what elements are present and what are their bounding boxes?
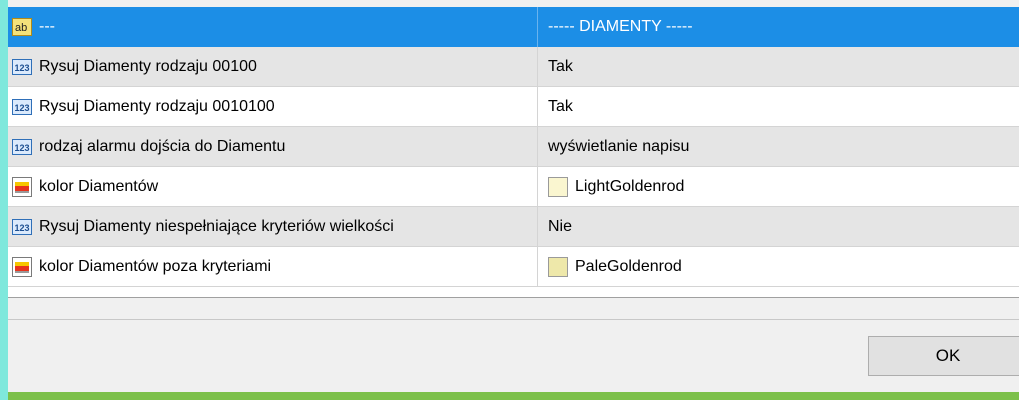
property-label: Rysuj Diamenty rodzaju 0010100 [39, 98, 275, 115]
property-name-cell: 123 Rysuj Diamenty niespełniające kryter… [8, 207, 538, 247]
property-label: Rysuj Diamenty niespełniające kryteriów … [39, 218, 394, 235]
property-value-cell[interactable]: Nie [539, 207, 1019, 247]
property-name-cell: 123 rodzaj alarmu dojścia do Diamentu [8, 127, 538, 167]
svg-text:123: 123 [15, 143, 30, 153]
property-row-alarm-type[interactable]: 123 rodzaj alarmu dojścia do Diamentu wy… [8, 127, 1019, 167]
property-name-cell: 123 Rysuj Diamenty rodzaju 0010100 [8, 87, 538, 127]
svg-text:ab: ab [15, 22, 27, 34]
color-palette-icon [11, 176, 33, 198]
number-123-icon: 123 [11, 136, 33, 158]
header-value-label: ----- DIAMENTY ----- [548, 18, 693, 35]
property-value: PaleGoldenrod [575, 258, 682, 275]
grid-bottom-divider [8, 297, 1019, 298]
property-value-cell[interactable]: LightGoldenrod [539, 167, 1019, 207]
number-123-icon: 123 [11, 56, 33, 78]
property-name-cell: kolor Diamentów [8, 167, 538, 207]
property-label: Rysuj Diamenty rodzaju 00100 [39, 58, 257, 75]
header-name-cell: ab --- [8, 7, 538, 47]
number-123-icon: 123 [11, 96, 33, 118]
property-row-draw-diamonds-00100[interactable]: 123 Rysuj Diamenty rodzaju 00100 Tak [8, 47, 1019, 87]
property-row-draw-diamonds-0010100[interactable]: 123 Rysuj Diamenty rodzaju 0010100 Tak [8, 87, 1019, 127]
property-value-cell[interactable]: wyświetlanie napisu [539, 127, 1019, 167]
header-name-label: --- [39, 18, 55, 35]
property-row-color-outside-criteria[interactable]: kolor Diamentów poza kryteriami PaleGold… [8, 247, 1019, 287]
string-ab-icon: ab [11, 16, 33, 38]
svg-text:123: 123 [15, 103, 30, 113]
property-value-cell[interactable]: PaleGoldenrod [539, 247, 1019, 287]
color-swatch [548, 257, 568, 277]
number-123-icon: 123 [11, 216, 33, 238]
svg-text:123: 123 [15, 223, 30, 233]
color-swatch [548, 177, 568, 197]
property-label: rodzaj alarmu dojścia do Diamentu [39, 138, 286, 155]
property-label: kolor Diamentów poza kryteriami [39, 258, 272, 275]
property-value-cell[interactable]: Tak [539, 87, 1019, 127]
grid-header-row[interactable]: ab --- ----- DIAMENTY ----- [8, 7, 1019, 47]
property-value: LightGoldenrod [575, 178, 685, 195]
property-value: Tak [548, 98, 573, 115]
property-label: kolor Diamentów [39, 178, 159, 195]
properties-dialog: ab --- ----- DIAMENTY ----- 123 Rysuj Di… [8, 0, 1019, 392]
property-name-cell: 123 Rysuj Diamenty rodzaju 00100 [8, 47, 538, 87]
color-palette-icon [11, 256, 33, 278]
property-value: Tak [548, 58, 573, 75]
property-row-diamond-color[interactable]: kolor Diamentów LightGoldenrod [8, 167, 1019, 207]
svg-text:123: 123 [15, 63, 30, 73]
property-row-draw-non-qualifying[interactable]: 123 Rysuj Diamenty niespełniające kryter… [8, 207, 1019, 247]
property-value: Nie [548, 218, 573, 235]
ok-button[interactable]: OK [868, 336, 1019, 376]
header-value-cell: ----- DIAMENTY ----- [539, 7, 1019, 47]
divider [8, 319, 1019, 320]
property-grid: ab --- ----- DIAMENTY ----- 123 Rysuj Di… [8, 7, 1019, 297]
status-bar [8, 392, 1019, 400]
property-value-cell[interactable]: Tak [539, 47, 1019, 87]
property-name-cell: kolor Diamentów poza kryteriami [8, 247, 538, 287]
property-value: wyświetlanie napisu [548, 138, 690, 155]
